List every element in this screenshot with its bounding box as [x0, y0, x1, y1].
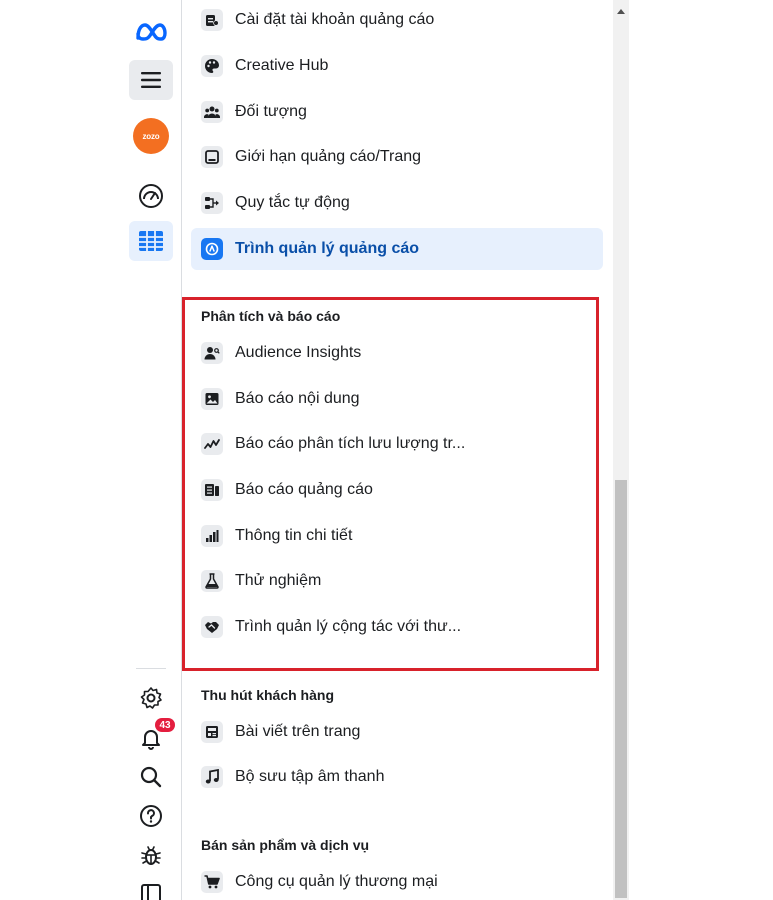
account-avatar[interactable]: zozo — [129, 116, 173, 156]
menu-item-label: Trình quản lý quảng cáo — [235, 240, 420, 257]
menu-item-experiments[interactable]: Thử nghiệm — [191, 560, 603, 602]
menu-item-label: Thử nghiệm — [235, 572, 322, 589]
bar-chart-icon — [201, 525, 223, 547]
menu-item-commerce-manager[interactable]: Công cụ quản lý thương mại — [191, 861, 603, 900]
menu-item-label: Trình quản lý cộng tác với thư... — [235, 618, 462, 635]
help-question-icon[interactable] — [129, 796, 173, 836]
shopping-cart-icon — [201, 871, 223, 893]
image-icon — [201, 388, 223, 410]
audience-insights-icon — [201, 342, 223, 364]
menu-item-creative-hub[interactable]: Creative Hub — [191, 45, 603, 87]
ad-limit-icon — [201, 146, 223, 168]
settings-gear-icon[interactable] — [129, 678, 173, 718]
navigation-rail: zozo 43 — [122, 0, 182, 900]
all-tools-grid-icon[interactable] — [129, 221, 173, 261]
menu-item-sound-collection[interactable]: Bộ sưu tập âm thanh — [191, 756, 603, 798]
section-heading-engage-audience: Thu hút khách hàng — [201, 687, 334, 703]
trend-line-icon — [201, 433, 223, 455]
menu-item-label: Bài viết trên trang — [235, 723, 361, 740]
rail-divider — [136, 668, 166, 669]
scroll-up-arrow-icon[interactable] — [617, 9, 625, 14]
menu-item-ad-limits[interactable]: Giới hạn quảng cáo/Trang — [191, 136, 603, 178]
menu-item-automated-rules[interactable]: Quy tắc tự động — [191, 182, 603, 224]
sidebar-toggle-icon[interactable] — [129, 874, 173, 900]
audience-icon — [201, 101, 223, 123]
menu-item-label: Đối tượng — [235, 103, 307, 120]
menu-item-insights[interactable]: Thông tin chi tiết — [191, 515, 603, 557]
menu-item-content-reports[interactable]: Báo cáo nội dung — [191, 378, 603, 420]
report-icon — [201, 479, 223, 501]
ad-account-settings-icon — [201, 9, 223, 31]
music-note-icon — [201, 766, 223, 788]
palette-icon — [201, 55, 223, 77]
menu-item-label: Báo cáo quảng cáo — [235, 481, 373, 498]
automated-rules-icon — [201, 192, 223, 214]
avatar-label: zozo — [133, 118, 169, 154]
search-icon[interactable] — [129, 757, 173, 797]
menu-item-label: Quy tắc tự động — [235, 194, 350, 211]
menu-item-label: Bộ sưu tập âm thanh — [235, 768, 385, 785]
hamburger-menu-icon[interactable] — [129, 60, 173, 100]
menu-item-audiences[interactable]: Đối tượng — [191, 91, 603, 133]
handshake-icon — [201, 616, 223, 638]
dashboard-gauge-icon[interactable] — [129, 176, 173, 216]
menu-item-label: Thông tin chi tiết — [235, 527, 353, 544]
menu-item-label: Giới hạn quảng cáo/Trang — [235, 148, 422, 165]
meta-logo-icon[interactable] — [129, 12, 173, 52]
section-heading-sell-products: Bán sản phẩm và dịch vụ — [201, 837, 370, 853]
menu-item-label: Công cụ quản lý thương mại — [235, 873, 438, 890]
menu-item-collaboration-manager[interactable]: Trình quản lý cộng tác với thư... — [191, 606, 603, 648]
menu-item-label: Cài đặt tài khoản quảng cáo — [235, 11, 435, 28]
flask-icon — [201, 570, 223, 592]
menu-item-label: Báo cáo phân tích lưu lượng tr... — [235, 435, 466, 452]
scrollbar-thumb[interactable] — [615, 480, 627, 898]
menu-item-traffic-reports[interactable]: Báo cáo phân tích lưu lượng tr... — [191, 423, 603, 465]
ads-manager-icon — [201, 238, 223, 260]
notification-count-badge: 43 — [155, 718, 175, 732]
menu-item-audience-insights[interactable]: Audience Insights — [191, 332, 603, 374]
section-heading-analytics: Phân tích và báo cáo — [201, 308, 341, 324]
menu-item-page-posts[interactable]: Bài viết trên trang — [191, 711, 603, 753]
menu-item-ads-manager[interactable]: Trình quản lý quảng cáo — [191, 228, 603, 270]
menu-item-label: Báo cáo nội dung — [235, 390, 360, 407]
all-tools-menu: Cài đặt tài khoản quảng cáo Creative Hub… — [183, 0, 613, 900]
notifications-bell-icon[interactable]: 43 — [129, 718, 175, 758]
report-bug-icon[interactable] — [129, 835, 173, 875]
menu-item-ads-reporting[interactable]: Báo cáo quảng cáo — [191, 469, 603, 511]
menu-item-label: Creative Hub — [235, 57, 329, 74]
page-posts-icon — [201, 721, 223, 743]
menu-item-ad-account-settings[interactable]: Cài đặt tài khoản quảng cáo — [191, 0, 603, 41]
menu-item-label: Audience Insights — [235, 344, 362, 361]
